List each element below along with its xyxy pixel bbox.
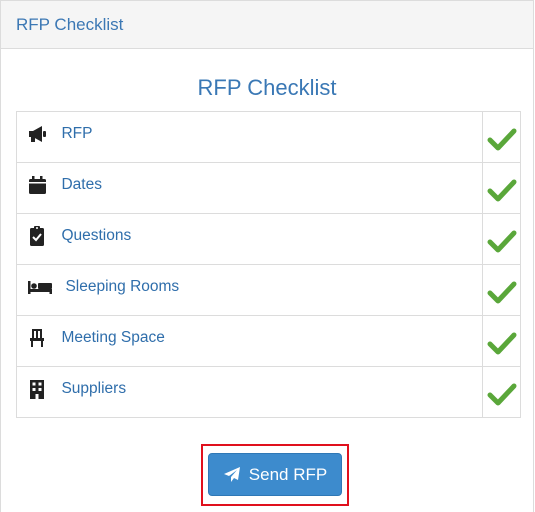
checklist-cell: Questions [16,213,483,265]
checklist-status-cell [482,366,521,418]
page-title: RFP Checklist [197,75,337,100]
checklist-row-rfp: RFP [16,111,521,163]
checklist-link-sleeping-rooms[interactable]: Sleeping Rooms [65,278,179,296]
checklist-status-cell [482,264,521,316]
checkmark-icon [487,179,516,202]
checklist-cell: Dates [16,162,483,214]
send-rfp-label: Send RFP [248,464,328,484]
checklist-link-suppliers[interactable]: Suppliers [61,380,126,398]
paper-plane-icon [223,466,241,484]
checklist-cell: Suppliers [16,366,483,418]
calendar-icon [27,175,49,195]
checklist-cell: RFP [16,111,483,163]
checkmark-icon [487,383,516,406]
clipboard-check-icon [27,226,49,246]
checklist-cell: Meeting Space [16,315,483,367]
checkmark-icon [487,332,516,355]
checklist-link-dates[interactable]: Dates [61,176,102,194]
checkmark-icon [487,281,516,304]
checklist-status-cell [482,162,521,214]
panel-header: RFP Checklist [1,0,533,49]
send-rfp-button[interactable]: Send RFP [208,453,342,496]
checklist-row-meeting-space: Meeting Space [16,315,521,367]
rfp-checklist-panel: RFP Checklist RFP Checklist RFP Dates Qu… [0,0,534,512]
checklist-row-questions: Questions [16,213,521,265]
building-icon [27,379,49,399]
panel-title: RFP Checklist [16,15,124,34]
checklist-cell: Sleeping Rooms [16,264,483,316]
checklist-link-rfp[interactable]: RFP [61,125,92,143]
checklist-link-questions[interactable]: Questions [61,227,131,245]
checklist-row-dates: Dates [16,162,521,214]
checklist-status-cell [482,315,521,367]
send-rfp-highlight: Send RFP [201,444,349,506]
checklist-row-sleeping-rooms: Sleeping Rooms [16,264,521,316]
checklist-table: RFP Dates Questions Sleeping Rooms Meeti… [16,111,521,418]
checklist-row-suppliers: Suppliers [16,366,521,418]
chair-icon [27,328,49,348]
megaphone-icon [27,124,49,144]
checklist-status-cell [482,111,521,163]
checklist-link-meeting-space[interactable]: Meeting Space [61,329,164,347]
checkmark-icon [487,230,516,253]
bed-icon [27,277,53,297]
checkmark-icon [487,128,516,151]
checklist-status-cell [482,213,521,265]
